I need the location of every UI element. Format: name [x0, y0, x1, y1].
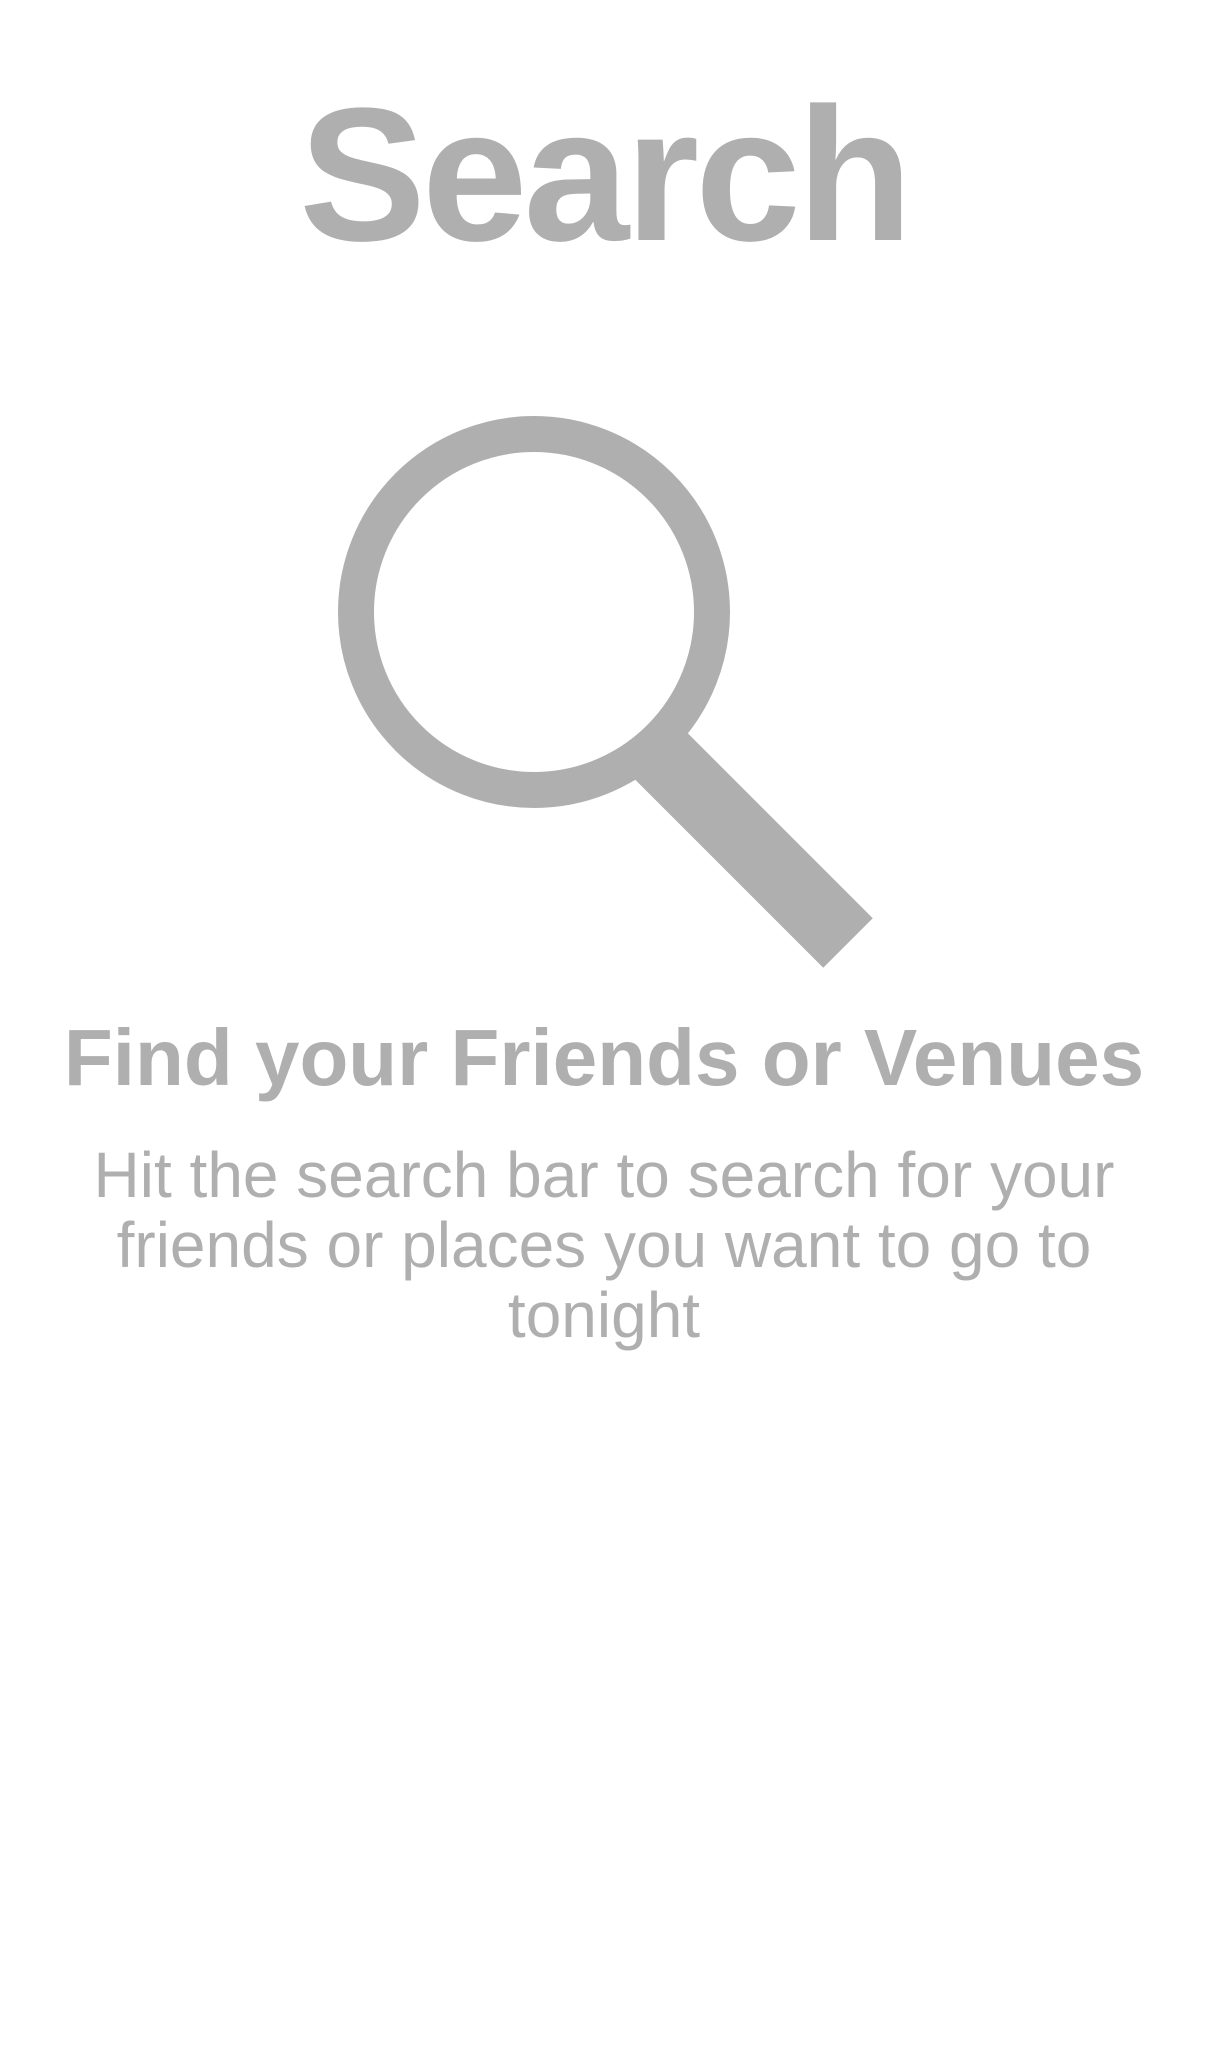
search-icon	[332, 410, 892, 980]
empty-state-heading: Find your Friends or Venues	[63, 1013, 1145, 1102]
empty-state-description: Hit the search bar to search for your fr…	[93, 1139, 1115, 1351]
page-title: Search	[299, 69, 913, 281]
search-screen: Search Find your Friends or Venues Hit t…	[0, 0, 1208, 2054]
